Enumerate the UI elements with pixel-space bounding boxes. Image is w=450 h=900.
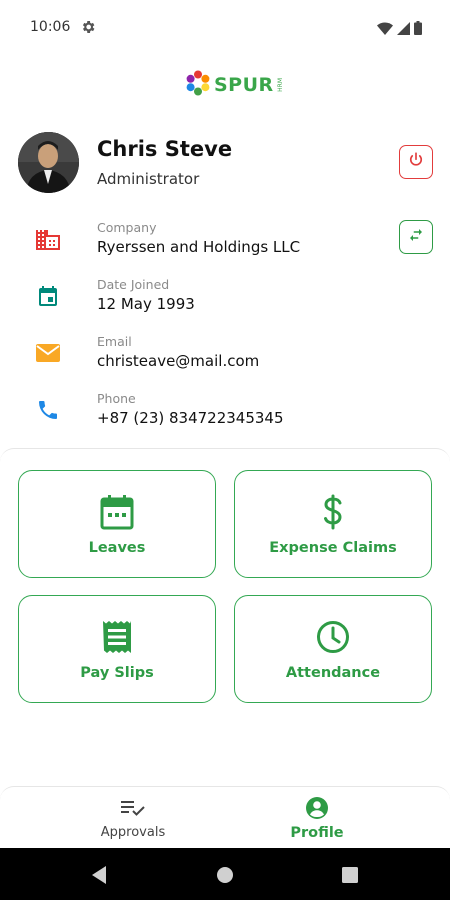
back-icon[interactable]	[88, 864, 110, 886]
swap-arrows-icon	[407, 226, 425, 248]
wifi-icon	[377, 20, 393, 39]
power-icon	[407, 151, 425, 173]
company-label: Company	[97, 220, 157, 235]
email-label: Email	[97, 334, 132, 349]
profile-role: Administrator	[97, 170, 200, 188]
spur-logo-icon	[185, 70, 211, 100]
date-joined-value: 12 May 1993	[97, 295, 195, 313]
nav-label-approvals: Approvals	[100, 825, 166, 840]
recents-icon[interactable]	[339, 864, 361, 886]
logo-subtext: HRM	[276, 78, 284, 92]
email-icon	[35, 340, 61, 366]
status-time: 10:06	[30, 19, 71, 35]
tile-pay-slips[interactable]: Pay Slips	[18, 595, 216, 703]
nav-label-profile: Profile	[290, 825, 344, 841]
nav-item-approvals[interactable]: Approvals	[33, 795, 233, 840]
checklist-icon	[120, 795, 146, 821]
logo-text: SPUR	[214, 74, 274, 96]
battery-icon	[414, 20, 422, 39]
email-value: christeave@mail.com	[97, 352, 260, 370]
tile-label: Leaves	[88, 540, 146, 556]
info-row-email: Email christeave@mail.com	[0, 334, 450, 384]
status-bar: 10:06	[0, 0, 450, 56]
info-row-company: Company Ryerssen and Holdings LLC	[0, 220, 450, 270]
company-value: Ryerssen and Holdings LLC	[97, 238, 301, 256]
tile-leaves[interactable]: Leaves	[18, 470, 216, 578]
info-row-date-joined: Date Joined 12 May 1993	[0, 277, 450, 327]
tile-expense-claims[interactable]: Expense Claims	[234, 470, 432, 578]
phone-icon	[35, 397, 61, 423]
info-row-phone: Phone +87 (23) 834722345345	[0, 391, 450, 441]
tile-label: Expense Claims	[269, 540, 397, 556]
cellular-signal-icon	[397, 20, 410, 39]
settings-gear-icon	[80, 19, 96, 35]
date-joined-label: Date Joined	[97, 277, 170, 292]
bottom-navigation: Approvals Profile	[0, 786, 450, 848]
account-circle-icon	[305, 795, 329, 821]
tile-attendance[interactable]: Attendance	[234, 595, 432, 703]
nav-item-profile[interactable]: Profile	[217, 795, 417, 841]
home-icon[interactable]	[214, 864, 236, 886]
phone-label: Phone	[97, 391, 136, 406]
logout-button[interactable]	[399, 145, 433, 179]
system-navigation-bar	[0, 848, 450, 900]
avatar	[18, 132, 79, 193]
company-building-icon	[35, 226, 61, 252]
calendar-icon	[35, 283, 61, 309]
tile-label: Attendance	[285, 665, 381, 681]
dollar-icon	[321, 492, 345, 532]
profile-name: Chris Steve	[97, 137, 233, 161]
phone-value: +87 (23) 834722345345	[97, 409, 284, 427]
tile-label: Pay Slips	[80, 665, 154, 681]
calendar-icon	[100, 492, 134, 532]
receipt-icon	[101, 617, 133, 657]
app-logo: SPUR HRM	[185, 70, 284, 100]
switch-company-button[interactable]	[399, 220, 433, 254]
clock-icon	[316, 617, 350, 657]
